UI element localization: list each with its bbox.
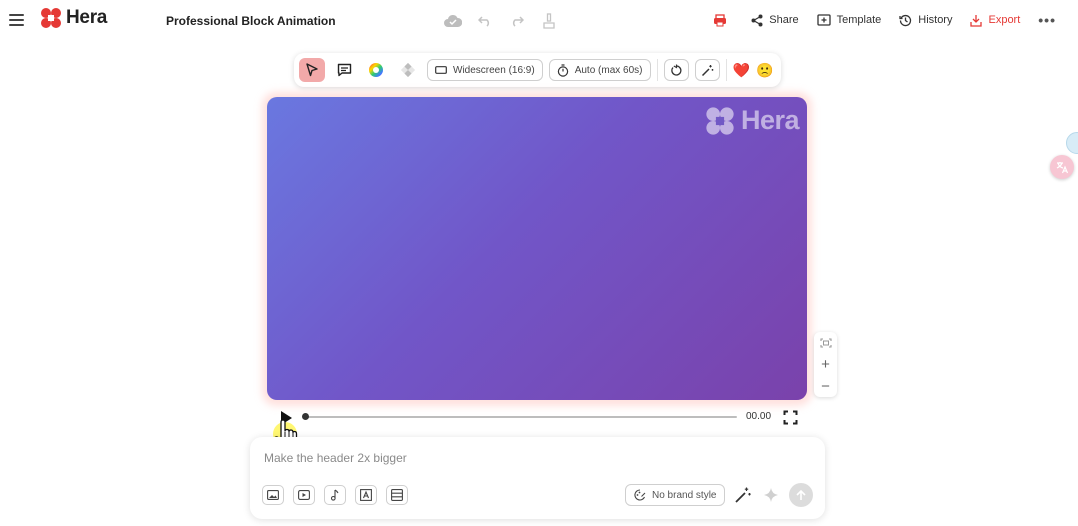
export-button[interactable]: Export: [970, 14, 1020, 27]
sad-reaction-icon[interactable]: 🙁: [756, 62, 773, 79]
attach-video-icon[interactable]: [293, 485, 315, 505]
toolbar-divider-2: [725, 59, 727, 81]
magic-wand-icon: [701, 64, 713, 76]
header-actions: Share Template History Export •••: [713, 12, 1056, 28]
aspect-ratio-label: Widescreen (16:9): [453, 64, 535, 76]
brand-style-icon: [634, 489, 646, 501]
timecode: 00.00: [746, 411, 772, 422]
hera-logo-icon: [41, 8, 61, 28]
video-canvas[interactable]: Hera: [267, 97, 807, 400]
globe-icon[interactable]: [1066, 132, 1078, 154]
hamburger-menu-icon[interactable]: [9, 11, 27, 29]
template-button[interactable]: Template: [816, 14, 882, 26]
edit-tools: [444, 12, 558, 30]
zoom-out-button[interactable]: −: [817, 377, 835, 395]
stopwatch-icon: [557, 63, 568, 77]
undo-icon[interactable]: [476, 12, 494, 30]
share-label: Share: [769, 14, 799, 26]
duration-selector[interactable]: Auto (max 60s): [548, 59, 651, 81]
fullscreen-icon[interactable]: [783, 410, 798, 425]
top-bar: Hera Professional Block Animation Share …: [0, 0, 1078, 44]
zoom-controls: + −: [814, 332, 837, 397]
aspect-ratio-icon: [435, 66, 447, 74]
heart-reaction-icon[interactable]: ❤️: [733, 62, 750, 79]
history-label: History: [918, 14, 953, 26]
attach-audio-icon[interactable]: [324, 485, 346, 505]
sparkle-enhance-icon[interactable]: [762, 486, 780, 504]
magic-wand-prompt-icon[interactable]: [734, 486, 752, 504]
attach-image-icon[interactable]: [262, 485, 284, 505]
more-options-icon[interactable]: •••: [1038, 12, 1056, 28]
template-label: Template: [836, 14, 882, 26]
magic-wand-button[interactable]: [694, 59, 720, 81]
history-button[interactable]: History: [899, 14, 952, 27]
fit-to-screen-icon[interactable]: [817, 334, 835, 352]
printer-icon: [714, 13, 727, 26]
hera-watermark-icon: [706, 106, 734, 135]
color-palette-button[interactable]: [363, 58, 389, 82]
export-label: Export: [988, 14, 1021, 26]
replay-button[interactable]: [663, 59, 689, 81]
checkerboard-icon: [401, 63, 415, 77]
canvas-toolbar: Widescreen (16:9) Auto (max 60s) ❤️ 🙁: [294, 53, 781, 87]
share-button[interactable]: Share: [751, 14, 799, 27]
color-wheel-icon: [369, 63, 383, 77]
duration-label: Auto (max 60s): [574, 64, 643, 76]
clean-brush-icon[interactable]: [540, 12, 558, 30]
document-title[interactable]: Professional Block Animation: [166, 14, 336, 28]
cursor-arrow-icon: [306, 63, 318, 77]
attach-font-icon[interactable]: [355, 485, 377, 505]
template-icon: [816, 14, 831, 26]
history-icon: [899, 14, 912, 26]
comment-button[interactable]: [331, 58, 357, 82]
redo-icon[interactable]: [508, 12, 526, 30]
prompt-box: No brand style: [250, 437, 825, 519]
timeline-scrubber[interactable]: [302, 413, 309, 420]
zoom-in-button[interactable]: +: [817, 355, 835, 373]
hera-logo[interactable]: Hera: [40, 7, 107, 29]
prompt-input[interactable]: [264, 451, 804, 465]
comment-icon: [337, 63, 351, 77]
attach-template-icon[interactable]: [386, 485, 408, 505]
watermark-text: Hera: [740, 105, 800, 135]
timeline-track[interactable]: [304, 416, 737, 418]
brand-style-selector[interactable]: No brand style: [625, 484, 726, 506]
download-icon: [970, 14, 983, 27]
select-pointer-button[interactable]: [299, 58, 325, 82]
cloud-saved-icon[interactable]: [444, 12, 462, 30]
attachment-buttons: [262, 485, 408, 505]
print-button[interactable]: [713, 13, 733, 27]
aspect-ratio-selector[interactable]: Widescreen (16:9): [427, 59, 543, 81]
transparency-button[interactable]: [395, 58, 421, 82]
share-icon: [751, 14, 763, 26]
replay-icon: [670, 64, 682, 76]
arrow-up-icon: [796, 489, 806, 500]
translate-icon[interactable]: [1050, 155, 1074, 179]
send-button[interactable]: [789, 483, 813, 507]
hera-watermark: Hera: [705, 105, 800, 136]
toolbar-divider: [656, 59, 658, 81]
app-name: Hera: [66, 7, 108, 28]
brand-style-label: No brand style: [652, 489, 717, 501]
